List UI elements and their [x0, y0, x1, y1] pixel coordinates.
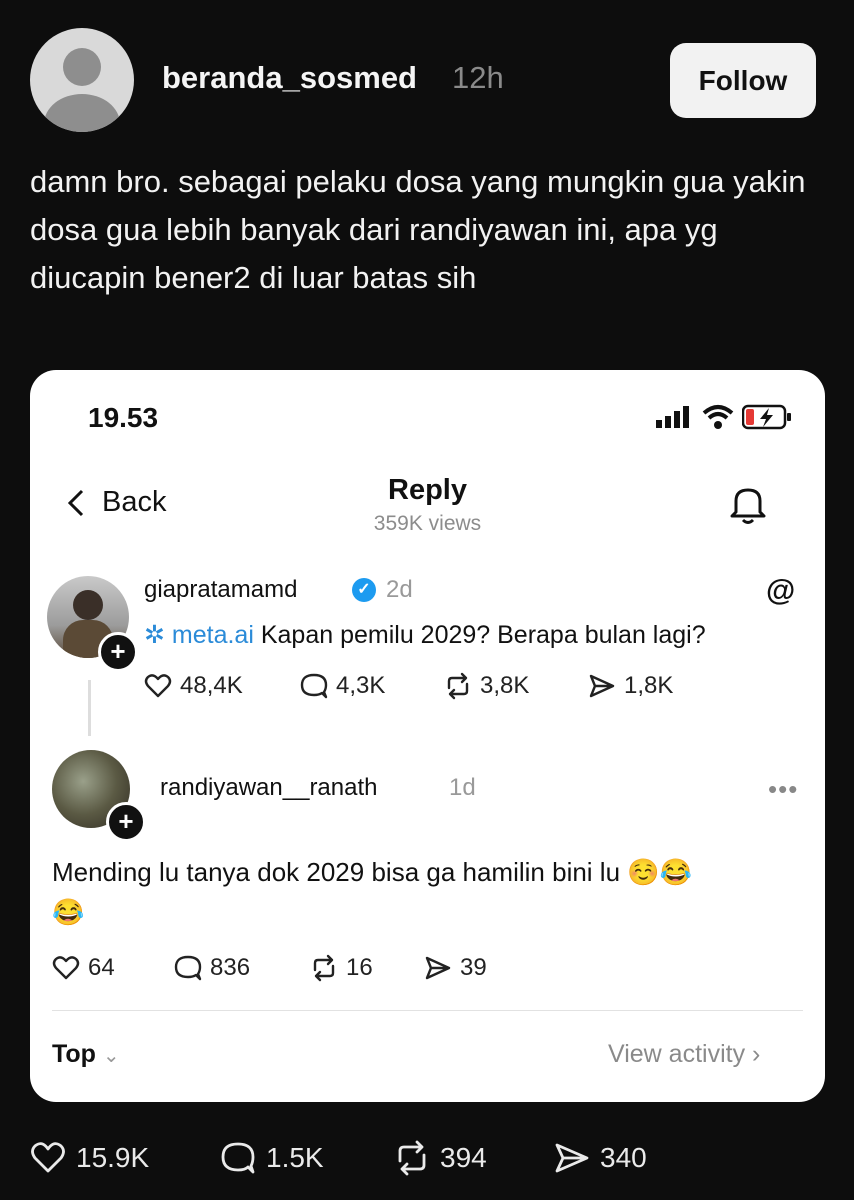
- meta-ai-icon: ✲: [144, 621, 172, 649]
- reply-emoji: ☺️😂: [627, 857, 693, 887]
- sort-dropdown[interactable]: Top ⌄: [52, 1040, 120, 1069]
- chevron-down-icon: ⌄: [102, 1045, 120, 1067]
- wifi-icon: [702, 404, 734, 435]
- view-activity-link[interactable]: View activity ›: [608, 1040, 760, 1069]
- view-activity-label: View activity: [608, 1040, 746, 1068]
- like-button[interactable]: 15.9K: [30, 1140, 149, 1176]
- comment-count: 836: [210, 954, 251, 981]
- comment-button[interactable]: 4,3K: [300, 672, 385, 700]
- send-icon: [589, 674, 615, 698]
- page-title: Reply: [388, 474, 467, 506]
- repost-icon: [447, 672, 469, 700]
- share-button[interactable]: 1,8K: [588, 672, 673, 700]
- bell-icon[interactable]: [726, 482, 770, 531]
- mention-link[interactable]: meta.ai: [172, 621, 254, 649]
- comment-button[interactable]: 1.5K: [220, 1140, 324, 1176]
- share-button[interactable]: 340: [554, 1140, 647, 1176]
- comment-icon: [300, 673, 328, 699]
- repost-count: 16: [346, 954, 373, 981]
- verified-icon: ✓: [352, 578, 376, 602]
- like-button[interactable]: 64: [52, 954, 115, 982]
- post-text: damn bro. sebagai pelaku dosa yang mungk…: [30, 164, 806, 295]
- follow-plus-icon[interactable]: +: [106, 802, 146, 842]
- repost-button[interactable]: 16: [310, 954, 373, 982]
- repost-button[interactable]: 394: [394, 1140, 487, 1176]
- follow-plus-icon[interactable]: +: [98, 632, 138, 672]
- send-icon: [555, 1143, 589, 1173]
- post-username[interactable]: beranda_sosmed: [162, 60, 417, 96]
- more-options-icon[interactable]: •••: [768, 774, 798, 805]
- like-button[interactable]: 48,4K: [144, 672, 243, 700]
- follow-button[interactable]: Follow: [670, 43, 816, 118]
- threads-logo-icon: @: [766, 574, 796, 607]
- reply-username[interactable]: randiyawan__ranath: [160, 774, 378, 802]
- original-username[interactable]: giapratamamd: [144, 576, 297, 604]
- comment-count: 1.5K: [266, 1142, 324, 1173]
- like-count: 15.9K: [76, 1142, 150, 1173]
- heart-icon: [52, 956, 80, 980]
- comment-button[interactable]: 836: [174, 954, 250, 982]
- reply-time: 1d: [449, 774, 476, 801]
- original-time: 2d: [386, 576, 413, 603]
- repost-count: 394: [440, 1142, 487, 1173]
- signal-icon: [656, 406, 692, 433]
- post-time: 12h: [452, 60, 504, 95]
- share-button[interactable]: 39: [424, 954, 487, 982]
- embedded-screenshot[interactable]: 19.53 Back Reply 359K views + giapratama…: [30, 370, 825, 1102]
- status-clock: 19.53: [88, 402, 159, 433]
- comment-count: 4,3K: [336, 672, 386, 699]
- original-message: Kapan pemilu 2029? Berapa bulan lagi?: [253, 621, 706, 649]
- repost-count: 3,8K: [480, 672, 530, 699]
- repost-button[interactable]: 3,8K: [444, 672, 529, 700]
- chevron-right-icon: ›: [752, 1040, 761, 1068]
- comment-icon: [221, 1142, 255, 1174]
- avatar[interactable]: [30, 28, 134, 132]
- send-icon: [425, 956, 451, 980]
- share-count: 1,8K: [624, 672, 674, 699]
- reply-emoji-2: 😂: [52, 897, 85, 927]
- sort-label: Top: [52, 1040, 96, 1068]
- views-count: 359K views: [373, 512, 482, 535]
- original-text: ✲ meta.ai Kapan pemilu 2029? Berapa bula…: [144, 620, 706, 650]
- repost-icon: [398, 1140, 426, 1176]
- reply-message: Mending lu tanya dok 2029 bisa ga hamili…: [52, 857, 621, 887]
- divider: [52, 1010, 803, 1011]
- share-count: 340: [600, 1142, 647, 1173]
- heart-icon: [31, 1142, 65, 1173]
- like-count: 64: [88, 954, 115, 981]
- share-count: 39: [460, 954, 487, 981]
- repost-icon: [313, 954, 335, 982]
- comment-icon: [174, 955, 202, 981]
- thread-line: [88, 680, 91, 736]
- like-count: 48,4K: [180, 672, 243, 699]
- reply-text: Mending lu tanya dok 2029 bisa ga hamili…: [52, 852, 792, 932]
- heart-icon: [144, 674, 172, 698]
- battery-icon: [741, 404, 792, 435]
